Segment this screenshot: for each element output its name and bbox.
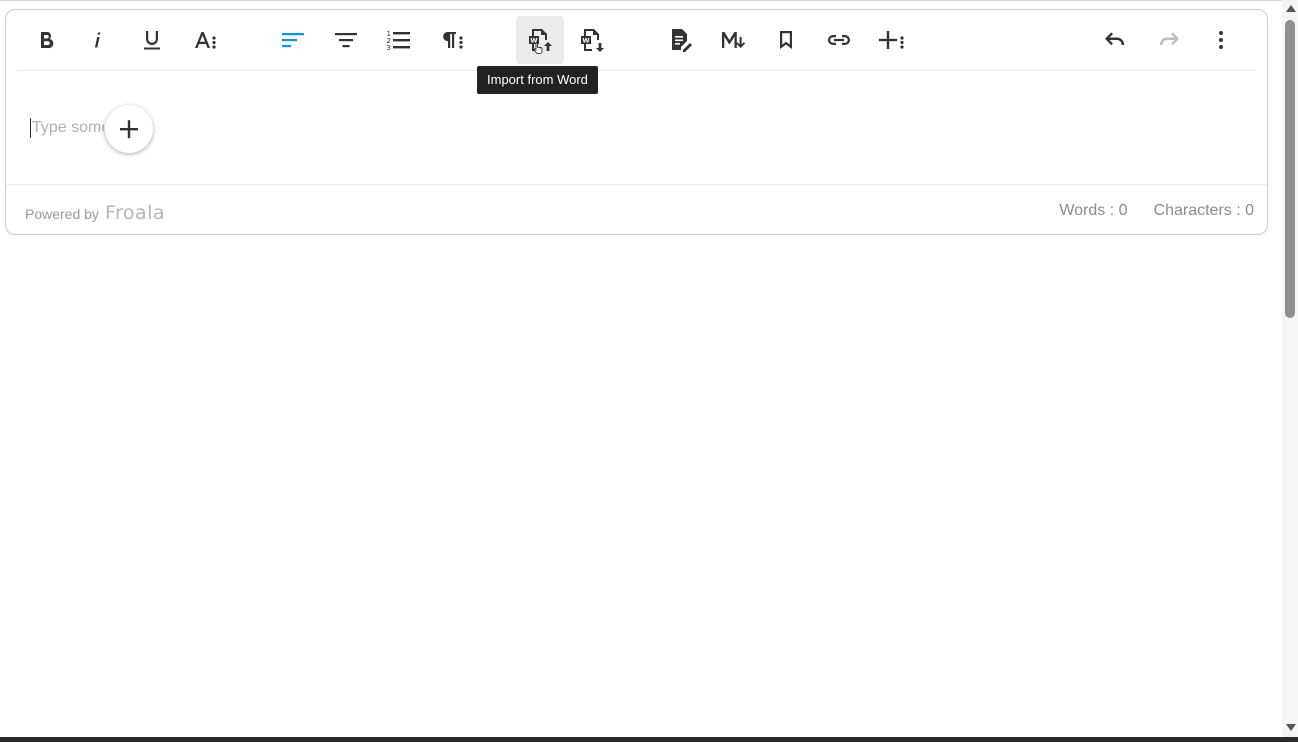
- redo-button[interactable]: [1144, 16, 1192, 64]
- markdown-button[interactable]: [709, 16, 757, 64]
- editor-content-area[interactable]: Type something: [6, 72, 1267, 184]
- editor-placeholder: Type something: [32, 119, 104, 136]
- scroll-up-arrow-icon[interactable]: [1286, 5, 1296, 12]
- bookmark-button[interactable]: [762, 16, 810, 64]
- scrollbar-thumb[interactable]: [1285, 20, 1295, 318]
- editor-toolbar: 1 2 3 W W: [6, 10, 1267, 72]
- document-edit-icon: [672, 29, 692, 52]
- editor-footer: Powered by Froala Words : 0 Characters :…: [6, 184, 1267, 235]
- scroll-down-arrow-icon[interactable]: [1286, 724, 1296, 731]
- froala-editor: 1 2 3 W W Import from Word Type som Powe…: [5, 9, 1268, 235]
- character-count: Characters : 0: [1153, 202, 1254, 219]
- italic-icon: [94, 32, 101, 48]
- text-more-icon: [195, 32, 216, 49]
- document-edit-button[interactable]: [656, 16, 704, 64]
- vertical-dots-icon: [1219, 31, 1223, 49]
- undo-button[interactable]: [1092, 16, 1140, 64]
- align-left-button[interactable]: [269, 16, 317, 64]
- counters: Words : 0 Characters : 0: [1059, 202, 1254, 220]
- more-options-button[interactable]: [1197, 16, 1245, 64]
- undo-icon: [1105, 32, 1124, 46]
- more-text-button[interactable]: [182, 16, 230, 64]
- link-icon: [828, 35, 850, 45]
- align-center-button[interactable]: [322, 16, 370, 64]
- bookmark-icon: [780, 31, 792, 49]
- quick-insert-button[interactable]: [105, 105, 153, 153]
- text-caret: [30, 118, 31, 138]
- more-rich-button[interactable]: [868, 16, 916, 64]
- underline-button[interactable]: [128, 16, 176, 64]
- import-word-icon: W: [529, 29, 552, 54]
- bold-icon: [41, 32, 54, 49]
- markdown-icon: [722, 32, 746, 48]
- italic-button[interactable]: [75, 16, 123, 64]
- underline-icon: [144, 31, 160, 50]
- froala-logo: Froala: [104, 202, 166, 224]
- vertical-scrollbar[interactable]: [1282, 0, 1298, 737]
- plus-icon: [120, 120, 138, 139]
- powered-by-label: Powered by: [25, 206, 99, 222]
- align-center-icon: [335, 33, 357, 48]
- bottom-edge: [0, 737, 1298, 742]
- ordered-list-icon: 1 2 3: [387, 30, 410, 52]
- svg-text:W: W: [582, 37, 589, 45]
- page-top-border: [0, 0, 1282, 1]
- bold-button[interactable]: [22, 16, 70, 64]
- export-word-icon: W: [581, 29, 604, 52]
- plus-more-icon: [879, 31, 904, 49]
- export-word-button[interactable]: W: [568, 16, 616, 64]
- redo-icon: [1160, 32, 1179, 46]
- powered-by[interactable]: Powered by Froala: [25, 202, 165, 224]
- link-button[interactable]: [815, 16, 863, 64]
- word-count: Words : 0: [1059, 202, 1128, 219]
- paragraph-more-icon: [443, 32, 463, 49]
- import-word-button[interactable]: W: [516, 16, 564, 64]
- toolbar-divider: [17, 70, 1256, 71]
- align-left-icon: [282, 33, 304, 48]
- ordered-list-button[interactable]: 1 2 3: [375, 16, 423, 64]
- more-paragraph-button[interactable]: [428, 16, 476, 64]
- svg-text:3: 3: [387, 44, 391, 52]
